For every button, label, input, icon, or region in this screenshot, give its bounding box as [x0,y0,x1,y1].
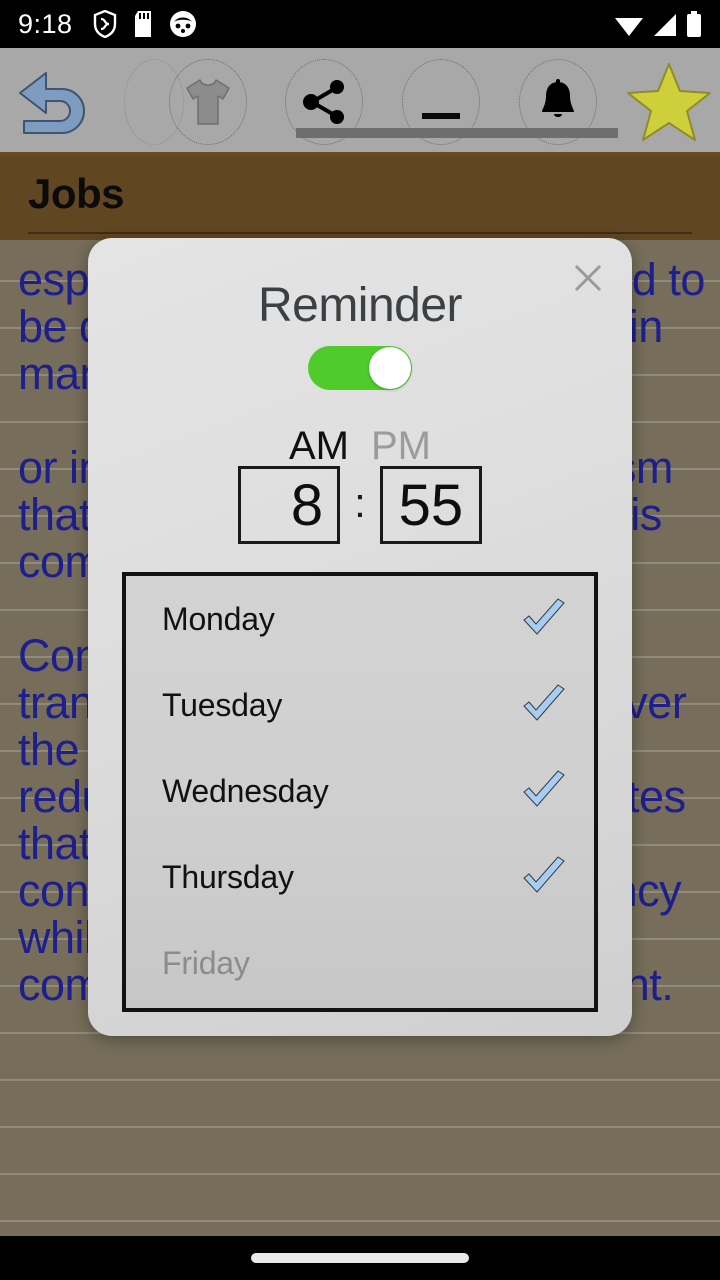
time-separator: : [354,479,366,526]
toolbar-scrollbar[interactable] [296,128,618,138]
check-icon [520,856,568,898]
days-list[interactable]: Monday Tuesday Wednesday Thursday Friday [122,572,598,1012]
cat-face-icon [169,11,196,37]
day-label: Tuesday [162,686,283,723]
battery-icon [687,11,701,37]
shield-icon [93,10,116,38]
share-icon [303,80,344,124]
time-picker: 8 : 55 [88,466,632,544]
toolbar-item-back[interactable] [8,48,108,156]
day-row-wednesday[interactable]: Wednesday [126,748,594,834]
day-row-friday[interactable]: Friday [126,920,594,1006]
check-icon [520,598,568,640]
meridiem-option-pm[interactable]: PM [371,424,431,469]
navigation-bar [0,1236,720,1280]
reminder-enabled-toggle[interactable] [308,346,412,390]
toolbar-item-favorite[interactable] [622,48,716,156]
day-label: Wednesday [162,772,329,809]
day-label: Friday [162,944,250,981]
reminder-dialog: Reminder AM PM 8 : 55 Monday Tuesday Wed… [88,238,632,1036]
meridiem-option-am[interactable]: AM [289,424,349,469]
status-bar: 9:18 [0,0,720,48]
toolbar-bottom-rule [0,152,720,156]
bell-icon [542,79,574,117]
minute-input[interactable]: 55 [379,466,482,544]
day-label: Thursday [162,858,294,895]
check-icon [520,684,568,726]
toggle-knob [369,347,411,389]
day-row-monday[interactable]: Monday [126,576,594,662]
toolbar-item-share[interactable] [284,48,364,156]
check-icon [520,770,568,812]
toolbar-item-clothing[interactable] [168,48,248,156]
hour-input[interactable]: 8 [238,466,341,544]
back-arrow-icon [19,72,85,134]
clothing-button-ring [169,59,247,145]
dialog-title: Reminder [257,279,463,332]
day-label: Monday [162,600,275,637]
wifi-icon [615,18,643,36]
shirt-icon [186,79,230,125]
toolbar-item-bell[interactable] [518,48,598,156]
toolbar [0,48,720,156]
phone-screen: especially if the work is expected to be… [0,0,720,1280]
minus-icon [422,113,460,119]
star-icon [627,63,711,141]
reminder-toggle-wrapper [88,346,632,390]
day-row-tuesday[interactable]: Tuesday [126,662,594,748]
status-right-icons [614,11,702,37]
day-row-thursday[interactable]: Thursday [126,834,594,920]
toolbar-item-minus[interactable] [401,48,481,156]
status-clock: 9:18 [18,8,73,39]
status-left-icons [93,10,197,38]
home-gesture-pill[interactable] [251,1253,469,1263]
cellular-signal-icon [654,14,676,36]
meridiem-selector: AM PM [88,424,632,469]
sd-card-icon [134,11,151,37]
